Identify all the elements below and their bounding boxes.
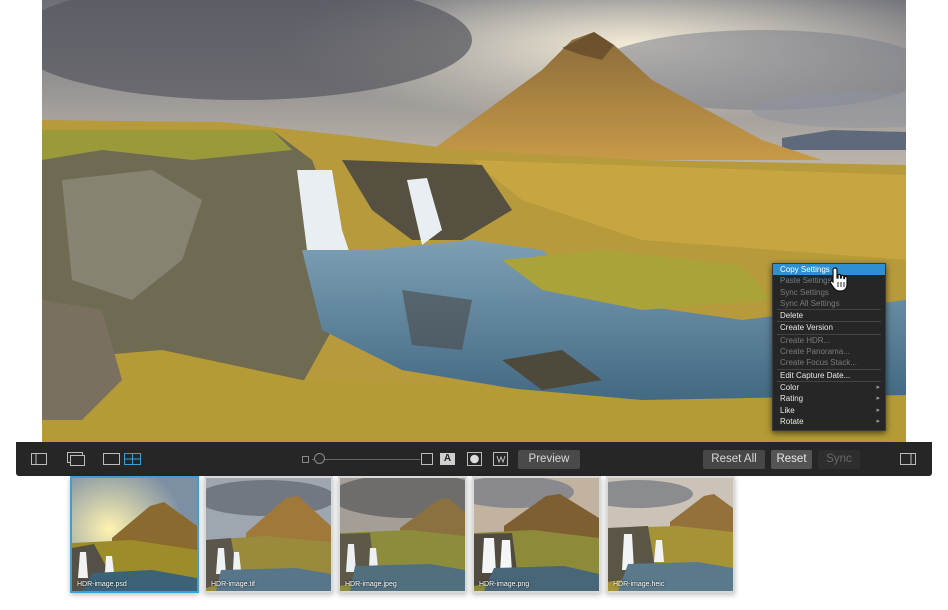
- submenu-arrow-icon: ▸: [876, 383, 880, 391]
- sync-button[interactable]: Sync: [818, 450, 860, 469]
- menu-item-delete[interactable]: Delete: [773, 310, 885, 321]
- preview-button[interactable]: Preview: [518, 450, 580, 469]
- single-view-icon[interactable]: [103, 453, 120, 465]
- menu-item-create-focus-stack[interactable]: Create Focus Stack...: [773, 357, 885, 368]
- sidebar-toggle-right-icon[interactable]: [900, 453, 916, 465]
- thumbnail-image: [608, 478, 733, 591]
- thumbnail-image: [474, 478, 599, 591]
- thumbnail-size-slider-track[interactable]: [312, 459, 420, 460]
- hand-pointer-cursor-icon: [829, 267, 848, 292]
- thumbnail-filename: HDR-image.png: [479, 581, 530, 588]
- menu-item-rotate[interactable]: Rotate ▸: [773, 416, 885, 427]
- menu-item-like[interactable]: Like ▸: [773, 405, 885, 416]
- menu-item-rating[interactable]: Rating ▸: [773, 393, 885, 404]
- thumbnail[interactable]: HDR-image.heic: [606, 476, 735, 593]
- thumbnail-size-slider-handle[interactable]: [314, 453, 325, 464]
- large-thumbnail-size-icon: [421, 453, 433, 465]
- thumbnail-image: [72, 478, 197, 591]
- submenu-arrow-icon: ▸: [876, 417, 880, 425]
- thumbnail-filename: HDR-image.tif: [211, 581, 255, 588]
- clipping-toggle-icon[interactable]: [467, 452, 482, 466]
- menu-item-create-panorama[interactable]: Create Panorama...: [773, 346, 885, 357]
- menu-item-create-hdr[interactable]: Create HDR...: [773, 335, 885, 346]
- menu-item-sync-all-settings[interactable]: Sync All Settings: [773, 298, 885, 309]
- thumbnail[interactable]: HDR-image.jpeg: [338, 476, 467, 593]
- bottom-toolbar: A Preview Reset All Reset Sync: [16, 442, 932, 476]
- text-overlay-toggle-icon[interactable]: A: [440, 453, 455, 465]
- sidebar-toggle-left-icon[interactable]: [31, 453, 47, 465]
- menu-item-label: Color: [780, 382, 800, 392]
- thumbnail-filename: HDR-image.heic: [613, 581, 665, 588]
- edits-badge-toggle-icon[interactable]: [493, 452, 508, 466]
- thumbnail[interactable]: HDR-image.png: [472, 476, 601, 593]
- menu-item-color[interactable]: Color ▸: [773, 382, 885, 393]
- thumbnail[interactable]: HDR-image.psd: [70, 476, 199, 593]
- menu-item-label: Rotate: [780, 416, 804, 426]
- submenu-arrow-icon: ▸: [876, 406, 880, 414]
- filmstrip: HDR-image.psd HDR-image.tif HDR-image.jp…: [0, 476, 948, 610]
- reset-button[interactable]: Reset: [771, 450, 812, 469]
- thumbnail-image: [340, 478, 465, 591]
- second-display-icon[interactable]: [67, 452, 85, 466]
- menu-item-edit-capture-date[interactable]: Edit Capture Date...: [773, 370, 885, 381]
- small-thumbnail-size-icon: [302, 456, 309, 463]
- menu-item-label: Like: [780, 405, 795, 415]
- thumbnail-image: [206, 478, 331, 591]
- thumbnail[interactable]: HDR-image.tif: [204, 476, 333, 593]
- menu-item-create-version[interactable]: Create Version: [773, 322, 885, 333]
- thumbnail-filename: HDR-image.jpeg: [345, 581, 397, 588]
- menu-item-label: Rating: [780, 394, 804, 404]
- submenu-arrow-icon: ▸: [876, 395, 880, 403]
- thumbnail-filename: HDR-image.psd: [77, 581, 127, 588]
- reset-all-button[interactable]: Reset All: [703, 450, 765, 469]
- grid-view-icon[interactable]: [124, 453, 141, 465]
